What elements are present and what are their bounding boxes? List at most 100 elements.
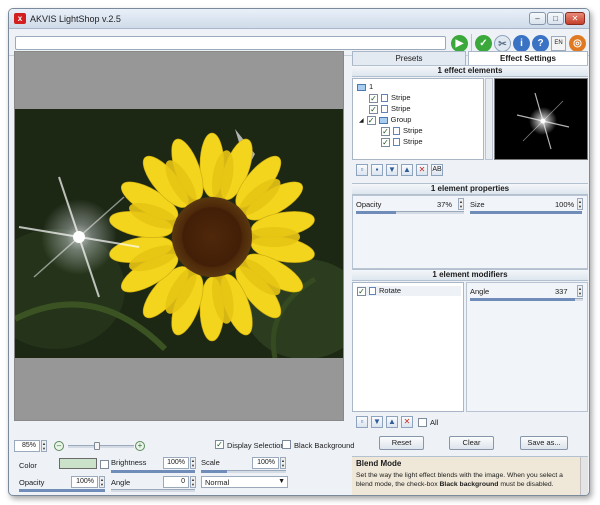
- modifier-angle-spinner[interactable]: ▲ ▼: [577, 285, 583, 297]
- scale-label: Scale: [201, 458, 220, 467]
- color-checkbox[interactable]: [100, 460, 109, 469]
- black-background-label: Black Background: [294, 441, 355, 450]
- new-group-icon[interactable]: ▪: [371, 164, 383, 176]
- tree-item-checkbox[interactable]: ✓: [381, 137, 390, 147]
- tree-item-label: Stripe: [403, 126, 423, 135]
- run-icon[interactable]: ▶: [451, 35, 468, 52]
- app-icon: x: [14, 13, 26, 24]
- path-input[interactable]: [15, 36, 446, 50]
- modifier-angle-slider[interactable]: [470, 298, 583, 301]
- language-button[interactable]: EN: [551, 36, 566, 51]
- tree-item[interactable]: ✓ Stripe: [381, 137, 423, 147]
- tree-item-label: Stripe: [391, 104, 411, 113]
- delete-modifier-icon[interactable]: ✕: [401, 416, 413, 428]
- new-element-icon[interactable]: ▫: [356, 164, 368, 176]
- save-as-button[interactable]: Save as...: [520, 436, 568, 450]
- group-folder-icon: [378, 116, 388, 124]
- modifier-item[interactable]: ✓ Rotate: [357, 286, 461, 296]
- opacity-label: Opacity: [19, 478, 45, 487]
- tree-item[interactable]: ✓ Stripe: [369, 93, 411, 103]
- property-size-spinner[interactable]: ▲ ▼: [577, 198, 583, 210]
- element-modifiers-header: 1 element modifiers: [352, 269, 588, 281]
- zoom-out-icon[interactable]: –: [54, 441, 64, 451]
- all-modifiers-checkbox[interactable]: [418, 418, 427, 427]
- stripe-icon: [381, 94, 388, 103]
- opacity-spinner[interactable]: ▲ ▼: [99, 476, 105, 488]
- tree-item[interactable]: ✓ Stripe: [381, 126, 423, 136]
- delete-icon[interactable]: ✕: [416, 164, 428, 176]
- tree-item-label: Group: [390, 115, 412, 124]
- black-background-checkbox[interactable]: [282, 440, 291, 449]
- tree-item[interactable]: ◢ ✓ Group: [359, 115, 411, 125]
- blend-mode-select[interactable]: Normal ▼: [201, 476, 288, 488]
- effect-preview: [494, 78, 588, 160]
- tree-scrollbar[interactable]: [485, 78, 493, 160]
- scale-input[interactable]: 100%: [252, 457, 279, 469]
- property-opacity-spinner[interactable]: ▲ ▼: [458, 198, 464, 210]
- preferences-icon[interactable]: ✂: [494, 35, 511, 52]
- zoom-spinner[interactable]: ▲ ▼: [41, 440, 47, 452]
- tab-effect-settings[interactable]: Effect Settings: [468, 51, 588, 65]
- property-size-slider[interactable]: [470, 211, 582, 214]
- brightness-spinner[interactable]: ▲ ▼: [190, 457, 196, 469]
- effect-elements-tree[interactable]: 1 ✓ Stripe ✓ Stripe ◢ ✓ Group ✓ Stripe ✓ Strip…: [352, 78, 484, 160]
- display-selection-checkbox[interactable]: ✓: [215, 440, 224, 449]
- display-selection-label: Display Selection: [227, 441, 285, 450]
- title-bar: x AKVIS LightShop v.2.5 – □ ✕: [9, 9, 589, 29]
- help-title: Blend Mode: [356, 459, 402, 468]
- blend-mode-value: Normal: [205, 478, 230, 487]
- help-scrollbar[interactable]: [580, 457, 588, 495]
- angle-input[interactable]: 0: [163, 476, 189, 488]
- tab-presets[interactable]: Presets: [352, 51, 466, 65]
- modifier-icon: [369, 287, 376, 296]
- tree-item-checkbox[interactable]: ✓: [369, 93, 378, 103]
- sunflower-photo[interactable]: [15, 109, 343, 358]
- modifier-down-icon[interactable]: ▼: [371, 416, 383, 428]
- element-properties-header: 1 element properties: [352, 183, 588, 195]
- tree-item-checkbox[interactable]: ✓: [366, 115, 376, 125]
- image-canvas[interactable]: [14, 51, 344, 421]
- window-title: AKVIS LightShop v.2.5: [30, 14, 121, 24]
- modifier-up-icon[interactable]: ▲: [386, 416, 398, 428]
- brightness-slider[interactable]: [111, 470, 195, 473]
- tree-item-checkbox[interactable]: ✓: [381, 126, 390, 136]
- angle-slider[interactable]: [111, 489, 195, 492]
- zoom-slider-thumb[interactable]: [94, 442, 100, 450]
- restore-button[interactable]: □: [547, 12, 564, 25]
- zoom-slider[interactable]: [68, 445, 134, 448]
- brightness-input[interactable]: 100%: [163, 457, 189, 469]
- opacity-slider[interactable]: [19, 489, 105, 492]
- apply-icon[interactable]: ✓: [475, 35, 492, 52]
- color-swatch[interactable]: [59, 458, 97, 469]
- opacity-input[interactable]: 100%: [71, 476, 98, 488]
- about-icon[interactable]: i: [513, 35, 530, 52]
- scale-spinner[interactable]: ▲ ▼: [280, 457, 286, 469]
- help-icon[interactable]: ?: [532, 35, 549, 52]
- modifiers-list[interactable]: ✓ Rotate: [352, 282, 464, 412]
- help-text: Set the way the light effect blends with…: [356, 471, 580, 489]
- tree-item[interactable]: 1: [357, 82, 373, 91]
- tree-item-label: 1: [369, 82, 374, 91]
- add-modifier-icon[interactable]: ▫: [356, 416, 368, 428]
- modifier-checkbox[interactable]: ✓: [357, 286, 366, 296]
- reset-button[interactable]: Reset: [379, 436, 424, 450]
- angle-spinner[interactable]: ▲ ▼: [190, 476, 196, 488]
- clear-button[interactable]: Clear: [449, 436, 494, 450]
- close-button[interactable]: ✕: [565, 12, 585, 25]
- chevron-down-icon: ▼: [278, 478, 285, 485]
- move-up-icon[interactable]: ▲: [401, 164, 413, 176]
- tree-item[interactable]: ✓ Stripe: [369, 104, 411, 114]
- expand-arrow-icon[interactable]: ◢: [359, 118, 364, 124]
- brightness-label: Brightness: [111, 458, 147, 467]
- property-opacity-slider[interactable]: [356, 211, 464, 214]
- scale-slider[interactable]: [201, 470, 286, 473]
- app-window: x AKVIS LightShop v.2.5 – □ ✕ ▶ ✓ ✂ i ? …: [8, 8, 590, 496]
- zoom-input[interactable]: 85%: [14, 440, 40, 452]
- stripe-icon: [393, 127, 400, 136]
- move-down-icon[interactable]: ▼: [386, 164, 398, 176]
- akvis-logo-icon[interactable]: ◎: [569, 35, 586, 52]
- minimize-button[interactable]: –: [529, 12, 546, 25]
- rename-icon[interactable]: AB: [431, 164, 443, 176]
- zoom-in-icon[interactable]: +: [135, 441, 145, 451]
- tree-item-checkbox[interactable]: ✓: [369, 104, 378, 114]
